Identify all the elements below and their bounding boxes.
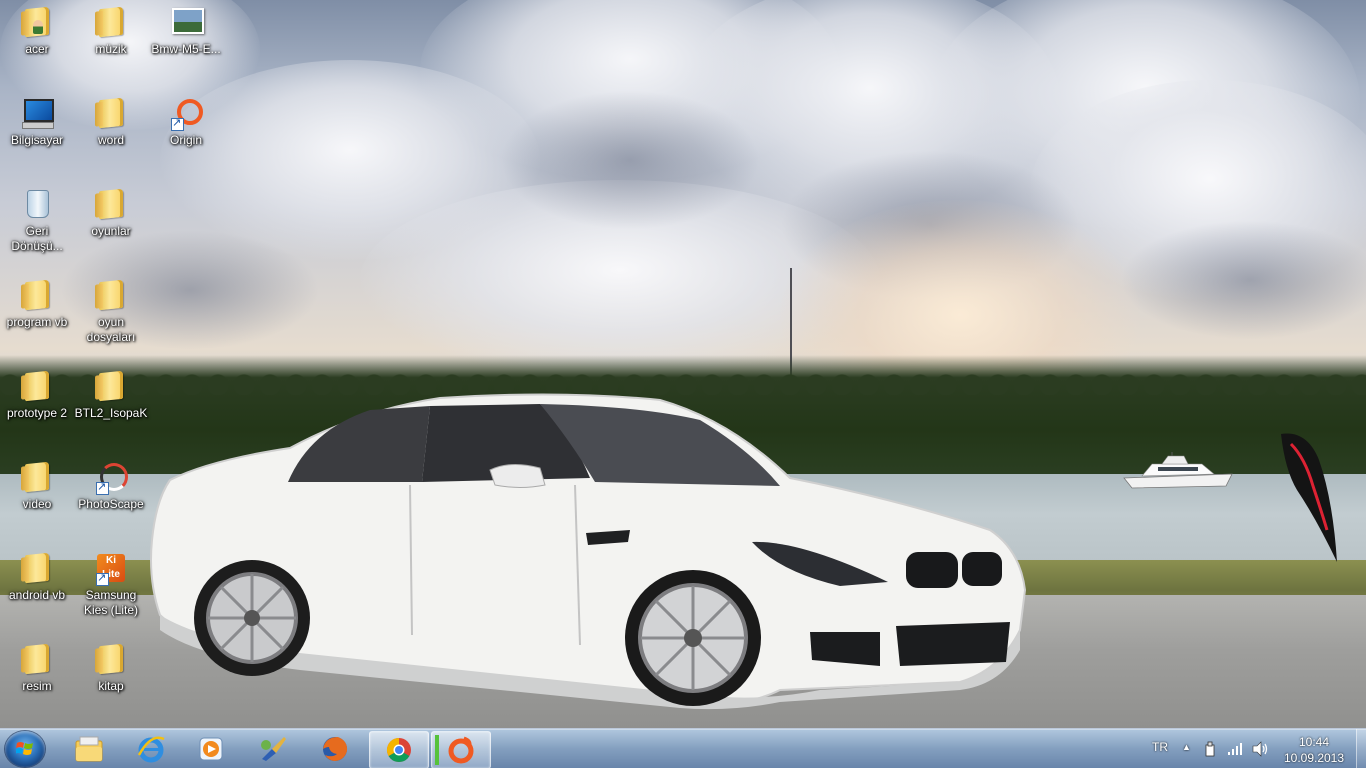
computer-icon [21,99,54,131]
clock-date: 10.09.2013 [1283,751,1345,765]
taskbar-origin[interactable] [431,731,491,768]
desktop-icon-samsung-kies-lite[interactable]: KiLiteSamsung Kies (Lite) [74,548,148,618]
firefox-icon [323,737,348,761]
start-button[interactable] [5,731,45,767]
desktop-icon-label: Bilgisayar [10,133,64,147]
desktop-icon-label: video [22,497,52,511]
desktop-icon-acer[interactable]: acer [0,2,74,57]
volume-icon[interactable] [1251,741,1269,757]
desktop-icon-label: Bmw-M5-E... [151,42,221,56]
folder-icon [21,552,53,586]
clock-time: 10:44 [1298,735,1330,749]
origin-icon [170,99,203,131]
folder-icon [95,643,127,677]
desktop-icon-label: oyun dosyaları [86,315,136,344]
desktop-icon-photoscape[interactable]: PhotoScape [74,457,148,512]
kies-icon: Ki Lite [95,554,127,586]
taskbar-firefox[interactable] [306,731,364,767]
desktop-icon-label: word [97,133,124,147]
desktop-icon-label: program vb [6,315,68,329]
desktop-icon-program-vb[interactable]: program vb [0,275,74,330]
desktop-icon-kitap[interactable]: kitap [74,639,148,694]
desktop-icon-resim[interactable]: resim [0,639,74,694]
taskbar-internet-explorer[interactable] [122,731,180,767]
internet-explorer-icon [137,736,165,763]
folder-icon [21,643,53,677]
folder-icon [21,279,53,313]
media-player-icon [199,737,223,761]
desktop-icon-label: PhotoScape [78,497,144,511]
folder-icon [95,97,127,131]
folder-icon [21,370,53,404]
photoscape-icon [95,463,128,495]
folder-icon [95,6,127,40]
desktop-icon-bmw-m5-e[interactable]: Bmw-M5-E... [149,2,223,57]
desktop-icon-oyunlar[interactable]: oyunlar [74,184,148,239]
desktop-icon-label: BTL2_IsopaK [74,406,148,420]
paint-brush-icon [261,737,286,761]
show-desktop-button[interactable] [1356,729,1366,768]
feather-flag-image [1281,433,1337,562]
desktop-icon-m-zik[interactable]: müzik [74,2,148,57]
progress-indicator [435,735,439,765]
image-file-icon [170,8,204,40]
desktop-icon-label: acer [25,42,49,56]
folder-icon [95,279,127,313]
desktop-icon-origin[interactable]: Origin [149,93,223,148]
file-explorer-icon [75,736,103,762]
car-image [150,393,1027,710]
folder-icon [21,461,53,495]
desktop-icon-geri-d-n[interactable]: Geri Dönüşü... [0,184,74,254]
desktop-icon-oyun-dosyalar[interactable]: oyun dosyaları [74,275,148,345]
desktop-icon-bilgisayar[interactable]: Bilgisayar [0,93,74,148]
taskbar-explorer[interactable] [60,731,118,767]
recycle-bin-icon [21,190,53,222]
desktop-icon-btl2-isopak[interactable]: BTL2_IsopaK [74,366,148,421]
desktop-icon-video[interactable]: video [0,457,74,512]
user-folder-icon [21,6,53,40]
desktop-icon-label: oyunlar [91,224,131,238]
taskbar: TR ▲ 10:44 10.09.2013 [0,728,1366,768]
language-indicator[interactable]: TR [1152,740,1168,754]
show-hidden-icons-icon[interactable]: ▲ [1182,742,1191,752]
desktop-icon-label: android vb [8,588,66,602]
taskbar-media-player[interactable] [182,731,240,767]
desktop-icon-label: resim [22,679,52,693]
desktop-icon-prototype-2[interactable]: prototype 2 [0,366,74,421]
desktop-icon-android-vb[interactable]: android vb [0,548,74,603]
folder-icon [95,188,127,222]
windows-start-icon [16,742,33,755]
desktop-icon-label: kitap [98,679,124,693]
chrome-icon [386,738,411,763]
desktop-icon-label: müzik [95,42,127,56]
desktop-icon-label: prototype 2 [6,406,68,420]
taskbar-paint-tool[interactable] [244,731,302,767]
folder-icon [95,370,127,404]
desktop-icon-word[interactable]: word [74,93,148,148]
origin-icon [448,736,474,764]
system-clock[interactable]: 10:44 10.09.2013 [1282,734,1346,766]
usb-device-icon[interactable] [1203,741,1217,757]
desktop-icon-label: Geri Dönüşü... [11,224,63,253]
signal-icon[interactable] [1227,742,1243,756]
taskbar-chrome[interactable] [369,731,429,768]
desktop-icon-label: Samsung Kies (Lite) [83,588,139,617]
boat-image [1123,452,1233,489]
desktop-icon-label: Origin [169,133,202,147]
